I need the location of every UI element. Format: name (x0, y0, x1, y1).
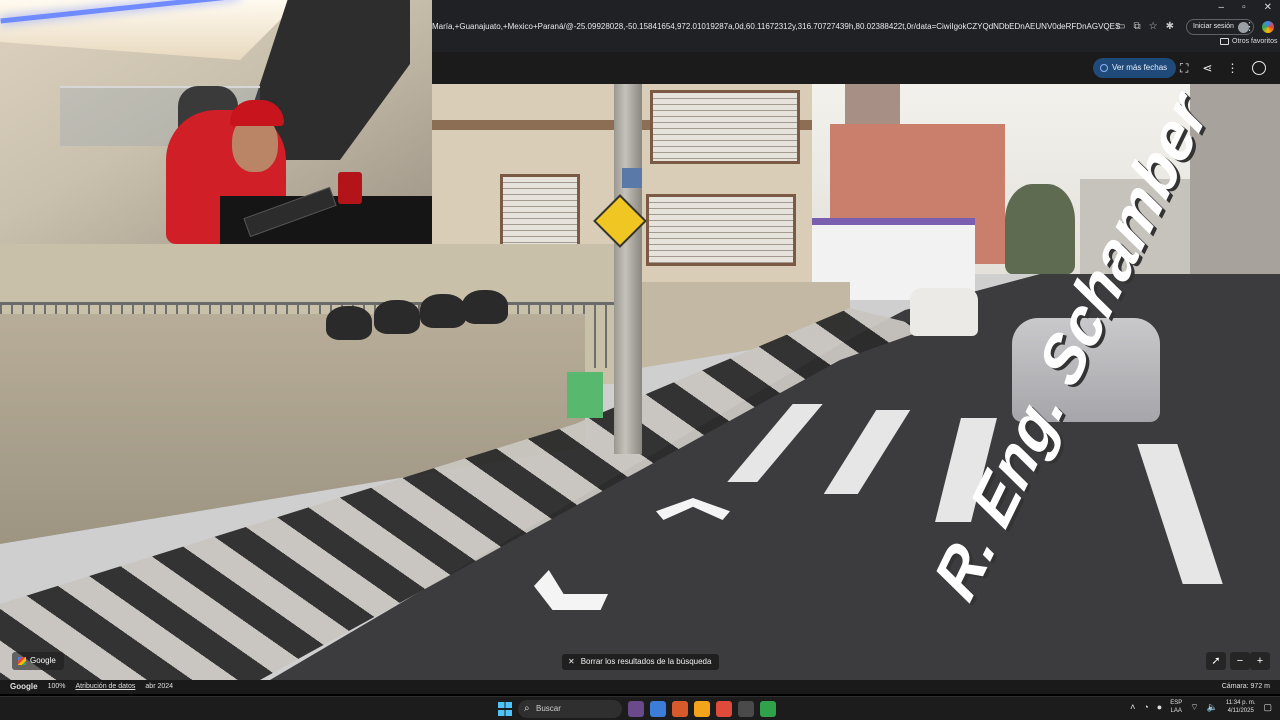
window (646, 194, 796, 266)
window (650, 90, 800, 164)
history-icon (1100, 64, 1108, 72)
address-bar-actions: ▭ ⧉ ☆ ✱ (1116, 18, 1174, 36)
clock[interactable]: 11:34 p. m. 4/11/2025 (1226, 699, 1256, 715)
date: 4/11/2025 (1227, 708, 1254, 714)
minimize-icon[interactable]: – (1219, 2, 1225, 13)
trash-bag (420, 294, 466, 328)
webcam-overlay (0, 0, 432, 244)
close-icon[interactable]: ✕ (1264, 2, 1272, 13)
language-bottom: LAA (1170, 708, 1182, 714)
taskbar: Buscar ˄ ◔ ● ESP LAA ⌔ 🔈 11:34 p. m. 4/1… (0, 696, 1280, 720)
capture-date: abr 2024 (145, 683, 174, 690)
taskbar-search[interactable]: Buscar (518, 700, 622, 718)
google-logo-icon (18, 657, 26, 665)
address-bar[interactable]: María,+Guanajuato,+Mexico+Paraná/@-25.09… (432, 18, 1120, 36)
gemini-icon[interactable] (1262, 21, 1274, 33)
obs-icon[interactable] (738, 701, 754, 717)
edge-icon[interactable] (650, 701, 666, 717)
parked-car (910, 288, 978, 336)
file-explorer-icon[interactable] (694, 701, 710, 717)
office-icon[interactable] (672, 701, 688, 717)
maps-header-actions: ⛶ ⋖ ⋮ (1180, 58, 1267, 78)
language-indicator[interactable]: ESP LAA (1170, 699, 1182, 715)
notifications-icon[interactable]: ▢ (1263, 702, 1272, 713)
app-icon[interactable] (760, 701, 776, 717)
google-maps-logo[interactable]: Google (12, 652, 64, 670)
data-attribution-link[interactable]: Atribución de datos (75, 680, 135, 694)
extensions-icon[interactable]: ✱ (1166, 18, 1174, 36)
language-top: ESP (1170, 700, 1183, 706)
other-bookmarks[interactable]: Otros favoritos (1220, 38, 1278, 45)
see-more-dates-label: Ver más fechas (1112, 63, 1168, 72)
trash-bag (326, 306, 372, 340)
tray-chevron-icon[interactable]: ˄ (1130, 702, 1135, 712)
volume-icon[interactable]: 🔈 (1207, 702, 1218, 713)
more-options-icon[interactable]: ⋮ (1226, 58, 1238, 78)
window-controls: – ▫ ✕ (1219, 2, 1273, 13)
cast-icon[interactable]: ▭ (1116, 18, 1125, 36)
chrome-icon[interactable] (716, 701, 732, 717)
more-vert-icon[interactable]: ⋮ (1244, 18, 1255, 36)
network-icon[interactable]: ◔ (1143, 702, 1148, 712)
maps-footer: Google 100% Atribución de datos abr 2024… (0, 680, 1280, 694)
start-icon[interactable] (498, 702, 512, 716)
zoom-level: 100% (47, 683, 66, 690)
clear-search-snackbar[interactable]: ✕ Borrar los resultados de la búsqueda (562, 654, 720, 670)
bookmark-star-icon[interactable]: ☆ (1149, 18, 1158, 36)
mic-icon[interactable]: ● (1157, 702, 1162, 712)
compass-icon[interactable]: ➚ (1206, 652, 1226, 670)
clear-search-label: Borrar los resultados de la búsqueda (580, 657, 712, 666)
open-in-app-icon[interactable]: ⧉ (1133, 18, 1140, 36)
ceiling (0, 0, 300, 60)
task-view-icon[interactable] (628, 701, 644, 717)
see-more-dates-button[interactable]: Ver más fechas (1093, 58, 1177, 78)
zoom-out-button[interactable]: − (1230, 652, 1250, 670)
trees (1005, 184, 1075, 274)
time: 11:34 p. m. (1225, 700, 1256, 706)
google-label: Google (30, 656, 56, 665)
cup (338, 172, 362, 204)
signin-label: Iniciar sesión (1193, 23, 1234, 30)
wifi-icon[interactable]: ⌔ (1190, 702, 1198, 713)
close-icon[interactable]: ✕ (568, 654, 575, 670)
street-sign (622, 168, 642, 188)
share-icon[interactable]: ⋖ (1202, 58, 1212, 78)
trash-bag (462, 290, 508, 324)
bookmarks-label: Otros favoritos (1232, 38, 1278, 45)
account-icon[interactable] (1252, 61, 1267, 75)
footer-google-logo: Google (10, 682, 38, 691)
trash-bag (374, 300, 420, 334)
maximize-icon[interactable]: ▫ (1242, 2, 1246, 13)
trash-bin (567, 372, 603, 418)
fullscreen-icon[interactable]: ⛶ (1180, 58, 1188, 78)
zoom-in-button[interactable]: + (1250, 652, 1270, 670)
camera-altitude: Cámara: 972 m (1221, 683, 1270, 690)
folder-icon (1220, 38, 1229, 45)
utility-pole (614, 84, 642, 454)
